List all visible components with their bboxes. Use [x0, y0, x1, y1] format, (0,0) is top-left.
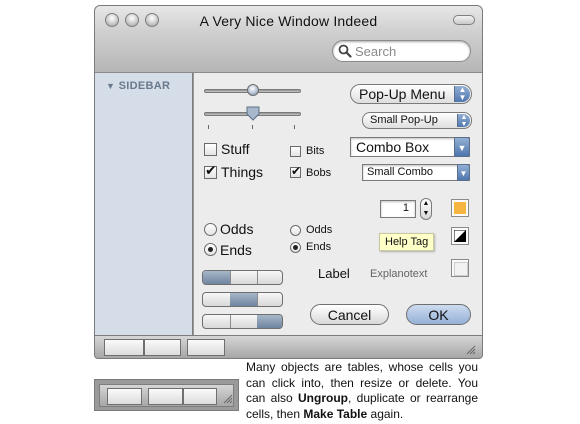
checkbox-bits-label: Bits	[306, 145, 325, 157]
checkbox-bobs[interactable]: ✔	[290, 164, 301, 178]
color-swatch	[454, 262, 468, 276]
small-combo-value: Small Combo	[367, 166, 434, 178]
stepper-field[interactable]: 1	[380, 200, 416, 218]
segmented-control-1[interactable]	[202, 270, 283, 285]
small-radio-ends-label: Ends	[306, 241, 332, 253]
disclosure-triangle-icon: ▼	[106, 81, 116, 91]
checkbox-bobs-label: Bobs	[306, 167, 332, 179]
checkbox-bits[interactable]	[290, 146, 301, 157]
segmented-control-3[interactable]	[202, 314, 283, 329]
sidebar-heading-label: SIDEBAR	[118, 80, 171, 92]
combo-dropdown-icon[interactable]: ▼	[454, 137, 470, 157]
slider-tick	[208, 125, 209, 129]
sidebar-heading[interactable]: ▼ SIDEBAR	[106, 80, 170, 92]
popup-menu-value: Pop-Up Menu	[359, 86, 446, 102]
window-title: A Very Nice Window Indeed	[199, 13, 378, 29]
color-well-bw[interactable]	[451, 227, 469, 245]
popup-arrows-icon: ▲ ▼	[457, 114, 470, 128]
radio-ends[interactable]	[204, 243, 217, 256]
stepper-value: 1	[402, 202, 409, 214]
popup-menu[interactable]: Pop-Up Menu ▲ ▼	[350, 84, 472, 104]
popup-arrows-icon: ▲ ▼	[454, 86, 470, 102]
bottom-bar-button[interactable]	[104, 339, 144, 356]
segmented-control-2[interactable]	[202, 292, 283, 307]
segment[interactable]	[230, 293, 258, 306]
title-bar: A Very Nice Window Indeed Search	[95, 6, 482, 73]
ok-button[interactable]: OK	[406, 304, 471, 325]
segment[interactable]	[257, 315, 282, 328]
slider-knob[interactable]	[247, 84, 259, 96]
segment[interactable]	[203, 293, 231, 306]
color-well-empty[interactable]	[451, 259, 469, 277]
bottom-bar-button[interactable]	[187, 339, 225, 356]
small-combo-box[interactable]: Small Combo ▼	[362, 164, 470, 181]
caption-make-table: Make Table	[303, 406, 368, 421]
caption-text: Many objects are tables, whose cells you…	[246, 360, 478, 422]
segment[interactable]	[203, 271, 231, 284]
search-field[interactable]: Search	[332, 40, 471, 62]
ticked-slider-knob[interactable]	[246, 106, 260, 121]
toolbar-toggle-button[interactable]	[453, 15, 475, 25]
checkbox-things[interactable]: ✔	[204, 163, 217, 179]
combo-box[interactable]: Combo Box ▼	[350, 137, 470, 157]
combo-box-value: Combo Box	[356, 139, 430, 155]
small-popup-menu[interactable]: Small Pop-Up ▲ ▼	[362, 112, 472, 129]
stepper-arrows[interactable]: ▲ ▼	[420, 198, 432, 220]
checkbox-stuff[interactable]	[204, 143, 217, 156]
segment[interactable]	[230, 271, 258, 284]
slider-tick	[252, 125, 253, 129]
color-swatch	[454, 202, 466, 214]
bottom-bar	[95, 335, 482, 358]
label-text: Label	[318, 266, 350, 281]
combo-dropdown-icon[interactable]: ▼	[457, 164, 470, 181]
content-area: Stuff ✔ Things Bits ✔ Bobs Pop-Up Menu ▲…	[194, 73, 482, 335]
segment[interactable]	[203, 315, 231, 328]
slider-tick	[294, 125, 295, 129]
detached-bar-inner	[99, 384, 234, 407]
radio-odds-label: Odds	[220, 221, 254, 237]
detached-bar-button[interactable]	[183, 388, 217, 405]
bottom-bar-button[interactable]	[144, 339, 181, 356]
caption-part: again.	[367, 406, 404, 421]
search-icon	[338, 44, 352, 58]
small-radio-odds[interactable]	[290, 225, 301, 236]
checkbox-stuff-label: Stuff	[221, 141, 250, 157]
help-tag: Help Tag	[379, 233, 435, 251]
window: A Very Nice Window Indeed Search ▼ SIDEB…	[94, 5, 483, 359]
detached-bar-button[interactable]	[148, 388, 183, 405]
segment[interactable]	[257, 271, 282, 284]
detached-bar-button[interactable]	[107, 388, 142, 405]
resize-grip-icon[interactable]	[221, 392, 233, 404]
search-placeholder: Search	[355, 44, 397, 59]
stepper-up-icon[interactable]: ▲	[423, 200, 430, 207]
color-swatch	[454, 230, 466, 242]
small-radio-odds-label: Odds	[306, 224, 333, 236]
sidebar: ▼ SIDEBAR	[95, 73, 193, 335]
small-popup-value: Small Pop-Up	[370, 114, 438, 126]
cancel-button[interactable]: Cancel	[310, 304, 389, 325]
color-well-orange[interactable]	[451, 199, 469, 217]
resize-grip-icon[interactable]	[464, 343, 476, 355]
radio-ends-label: Ends	[220, 242, 252, 258]
segment[interactable]	[257, 293, 282, 306]
segment[interactable]	[230, 315, 258, 328]
detached-bottom-bar	[94, 379, 239, 411]
checkbox-things-label: Things	[221, 164, 264, 180]
stepper-down-icon[interactable]: ▼	[423, 210, 430, 217]
radio-odds[interactable]	[204, 223, 217, 236]
caption-ungroup: Ungroup	[298, 391, 348, 405]
small-radio-ends[interactable]	[290, 242, 301, 253]
explanotext: Explanotext	[370, 268, 428, 280]
